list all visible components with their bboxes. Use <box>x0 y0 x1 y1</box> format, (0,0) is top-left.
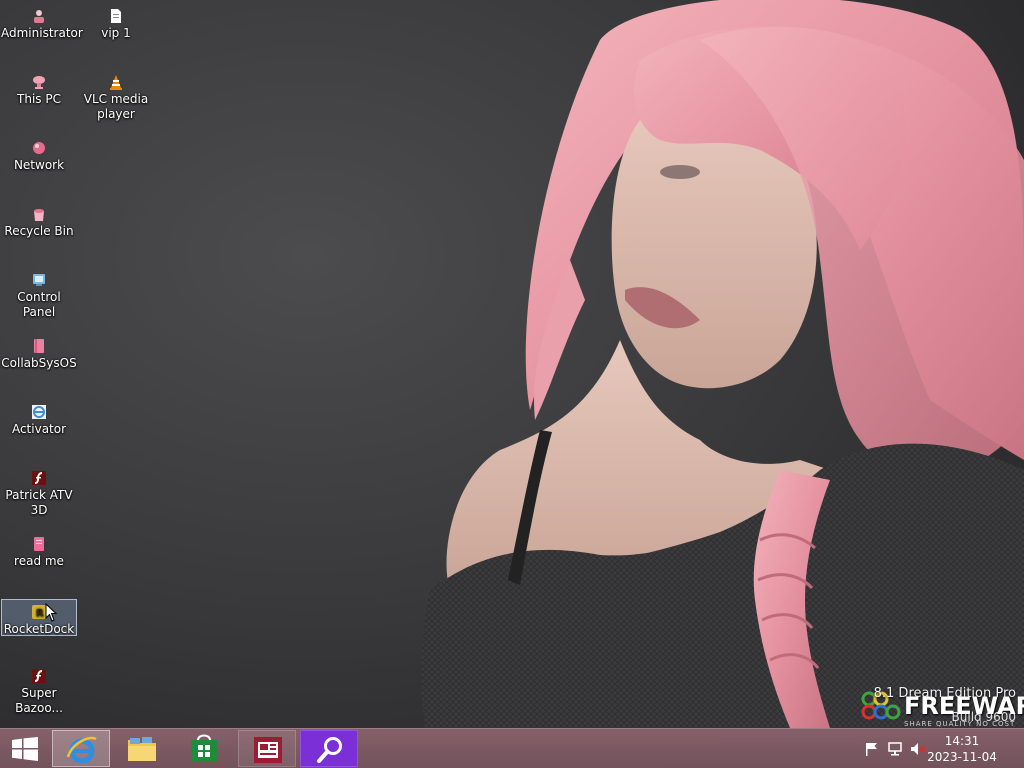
desktop-icon-label: Super Bazoo... <box>15 686 63 715</box>
desktop-icon-read-me[interactable]: read me <box>1 530 77 569</box>
desktop-icon-label: Network <box>13 158 65 172</box>
desktop-icon-administrator[interactable]: Administrator <box>1 2 83 41</box>
network-icon <box>33 142 45 154</box>
taskbar: 14:31 2023-11-04 <box>0 728 1024 768</box>
clock-time: 14:31 <box>944 734 980 748</box>
desktop-icon-label: RocketDock <box>3 622 75 636</box>
pink-book-icon <box>34 339 44 353</box>
desktop-icon-label: Administrator <box>1 26 83 40</box>
desktop-icon-network[interactable]: Network <box>1 134 77 173</box>
desktop-icon-rocketdock[interactable]: R RocketDock <box>1 599 77 636</box>
search-icon <box>317 737 342 763</box>
news-icon <box>254 737 282 763</box>
text-document-icon <box>111 9 121 23</box>
desktop-icon-label: Control Panel <box>17 290 61 319</box>
ie-shortcut-icon <box>32 405 46 419</box>
store-icon <box>191 734 217 762</box>
vlc-cone-icon <box>110 75 122 90</box>
desktop-icon-control-panel[interactable]: Control Panel <box>1 266 77 320</box>
desktop-icon-label: Activator <box>11 422 67 436</box>
desktop-icon-activator[interactable]: Activator <box>1 398 77 437</box>
control-panel-icon <box>33 274 45 286</box>
desktop-icon-vip-1[interactable]: vip 1 <box>78 2 154 41</box>
desktop-icon-label: Patrick ATV 3D <box>5 488 73 517</box>
internet-explorer-icon <box>66 736 97 764</box>
user-folder-icon <box>34 10 44 23</box>
desktop: Administrator This PC Network Recycle Bi… <box>0 0 1024 768</box>
file-explorer-icon <box>128 737 156 761</box>
taskbar-internet-explorer[interactable] <box>52 730 110 767</box>
taskbar-clock[interactable]: 14:31 2023-11-04 <box>922 733 1002 765</box>
taskbar-search[interactable] <box>300 730 358 767</box>
pink-document-icon <box>34 537 44 551</box>
desktop-icon-super-bazooka[interactable]: Super Bazoo... <box>1 662 77 716</box>
network-tray-icon[interactable] <box>887 741 903 757</box>
system-tray: 14:31 2023-11-04 <box>854 729 1024 768</box>
desktop-icon-label: VLC media player <box>83 92 149 121</box>
desktop-icon-collabsysos[interactable]: CollabSysOS <box>1 332 77 371</box>
clock-date: 2023-11-04 <box>927 750 997 764</box>
desktop-icon-label: This PC <box>17 92 61 106</box>
flash-icon <box>32 471 46 485</box>
action-center-flag-icon[interactable] <box>864 741 880 757</box>
desktop-icon-patrick-atv-3d[interactable]: Patrick ATV 3D <box>1 464 77 518</box>
flash-icon <box>32 669 46 683</box>
desktop-icon-recycle-bin[interactable]: Recycle Bin <box>1 200 77 239</box>
taskbar-file-explorer[interactable] <box>113 730 171 767</box>
mouse-cursor-icon <box>45 603 57 622</box>
svg-text:R: R <box>36 608 44 619</box>
recycle-bin-icon <box>34 209 44 221</box>
desktop-icon-this-pc[interactable]: This PC <box>1 68 77 107</box>
start-button[interactable] <box>0 729 50 768</box>
computer-icon <box>33 76 45 89</box>
desktop-icon-label: Recycle Bin <box>4 224 74 238</box>
windows-logo-icon <box>12 737 38 761</box>
desktop-icon-label: vip 1 <box>101 26 131 40</box>
desktop-icon-label: read me <box>14 554 64 568</box>
taskbar-news[interactable] <box>238 730 296 767</box>
desktop-icon-label: CollabSysOS <box>1 356 77 370</box>
desktop-icon-vlc-media-player[interactable]: VLC media player <box>78 68 154 122</box>
taskbar-store[interactable] <box>175 730 233 767</box>
